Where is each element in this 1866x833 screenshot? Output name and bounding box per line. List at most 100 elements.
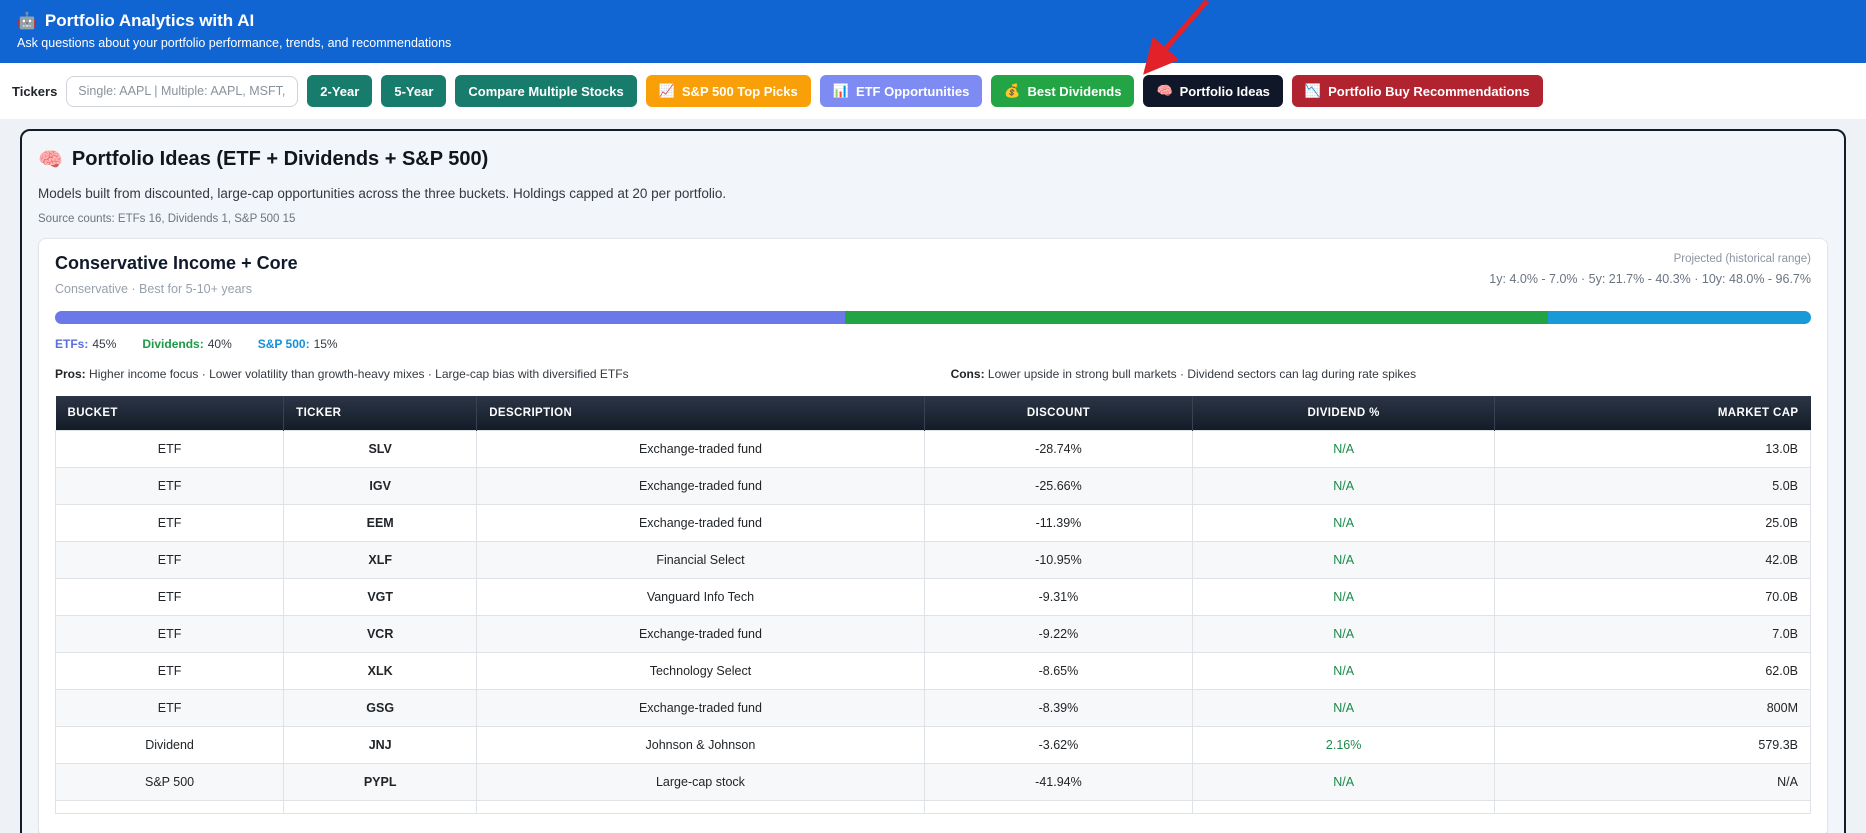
pros-label: Pros: — [55, 367, 86, 381]
cell-bucket: S&P 500 — [56, 764, 284, 801]
cell-market-cap: 70.0B — [1495, 579, 1811, 616]
portfolio-ideas-button[interactable]: 🧠 Portfolio Ideas — [1143, 75, 1282, 107]
cell-ticker: EEM — [284, 505, 477, 542]
cell-ticker: IGV — [284, 468, 477, 505]
cell-description: Exchange-traded fund — [477, 468, 925, 505]
allocation-bar — [55, 311, 1811, 324]
cell-market-cap: 42.0B — [1495, 542, 1811, 579]
cell-description: Large-cap stock — [477, 764, 925, 801]
etf-opportunities-button[interactable]: 📊 ETF Opportunities — [820, 75, 983, 107]
cell-dividend: N/A — [1193, 764, 1495, 801]
card-title-text: Portfolio Ideas (ETF + Dividends + S&P 5… — [72, 148, 488, 171]
compare-stocks-label: Compare Multiple Stocks — [468, 84, 623, 99]
cell-market-cap: 7.0B — [1495, 616, 1811, 653]
legend-label-etfs: ETFs: — [55, 337, 88, 351]
cell-discount: -8.65% — [924, 653, 1193, 690]
portfolio-ideas-label: Portfolio Ideas — [1180, 84, 1270, 99]
cell-dividend: N/A — [1193, 616, 1495, 653]
legend-value-sp500: 15% — [314, 337, 338, 351]
cell-description: Vanguard Info Tech — [477, 579, 925, 616]
cell-ticker: VGT — [284, 579, 477, 616]
chart-down-icon: 📉 — [1305, 83, 1321, 99]
legend-value-etfs: 45% — [92, 337, 116, 351]
cell-description: Financial Select — [477, 542, 925, 579]
allocation-segment-sp500 — [1548, 311, 1811, 324]
five-year-label: 5-Year — [394, 84, 433, 99]
cell-bucket: ETF — [56, 579, 284, 616]
compare-stocks-button[interactable]: Compare Multiple Stocks — [455, 75, 636, 107]
brain-icon: 🧠 — [1156, 83, 1172, 99]
legend-value-dividends: 40% — [208, 337, 232, 351]
best-dividends-label: Best Dividends — [1028, 84, 1122, 99]
cell-market-cap: 5.0B — [1495, 468, 1811, 505]
portfolio-ideas-card: 🧠 Portfolio Ideas (ETF + Dividends + S&P… — [20, 129, 1846, 833]
cell-bucket: ETF — [56, 653, 284, 690]
cell-dividend: N/A — [1193, 505, 1495, 542]
cell-discount: -11.39% — [924, 505, 1193, 542]
cell-dividend: N/A — [1193, 579, 1495, 616]
buy-recommendations-button[interactable]: 📉 Portfolio Buy Recommendations — [1292, 75, 1543, 107]
cell-discount: -3.62% — [924, 727, 1193, 764]
money-bag-icon: 💰 — [1004, 83, 1020, 99]
table-row: ETF EEM Exchange-traded fund -11.39% N/A… — [56, 505, 1811, 542]
holdings-table: BUCKET TICKER DESCRIPTION DISCOUNT DIVID… — [55, 396, 1811, 814]
cell-bucket: ETF — [56, 431, 284, 468]
brain-icon: 🧠 — [38, 147, 63, 172]
table-header-row: BUCKET TICKER DESCRIPTION DISCOUNT DIVID… — [56, 396, 1811, 431]
cell-ticker: XLK — [284, 653, 477, 690]
cons-text: Cons: Lower upside in strong bull market… — [951, 367, 1811, 381]
table-row: Dividend JNJ Johnson & Johnson -3.62% 2.… — [56, 727, 1811, 764]
cell-discount: -10.95% — [924, 542, 1193, 579]
legend-item-sp500: S&P 500: 15% — [258, 337, 338, 351]
cell-discount: -28.74% — [924, 431, 1193, 468]
col-market-cap: MARKET CAP — [1495, 396, 1811, 431]
col-ticker: TICKER — [284, 396, 477, 431]
legend-item-etfs: ETFs: 45% — [55, 337, 116, 351]
table-row: S&P 500 PYPL Large-cap stock -41.94% N/A… — [56, 764, 1811, 801]
toolbar: Tickers 2-Year 5-Year Compare Multiple S… — [0, 63, 1866, 119]
app-title: 🤖 Portfolio Analytics with AI — [17, 11, 1849, 31]
cell-market-cap: 579.3B — [1495, 727, 1811, 764]
app-title-text: Portfolio Analytics with AI — [45, 11, 254, 31]
cell-description: Exchange-traded fund — [477, 616, 925, 653]
cell-dividend: N/A — [1193, 690, 1495, 727]
cell-description: Exchange-traded fund — [477, 431, 925, 468]
cell-ticker: VCR — [284, 616, 477, 653]
projected-range: 1y: 4.0% - 7.0% · 5y: 21.7% - 40.3% · 10… — [1489, 272, 1811, 286]
cons-value: Lower upside in strong bull markets · Di… — [985, 367, 1417, 381]
app-subtitle: Ask questions about your portfolio perfo… — [17, 36, 1849, 50]
col-discount: DISCOUNT — [924, 396, 1193, 431]
bar-chart-icon: 📊 — [833, 83, 849, 99]
legend-label-dividends: Dividends: — [142, 337, 203, 351]
cell-bucket: ETF — [56, 616, 284, 653]
portfolio-subtitle: Conservative · Best for 5-10+ years — [55, 282, 298, 296]
portfolio-heading-block: Conservative Income + Core Conservative … — [55, 253, 298, 296]
table-row: ETF XLK Technology Select -8.65% N/A 62.… — [56, 653, 1811, 690]
five-year-button[interactable]: 5-Year — [381, 75, 446, 107]
table-row: ETF SLV Exchange-traded fund -28.74% N/A… — [56, 431, 1811, 468]
card-title: 🧠 Portfolio Ideas (ETF + Dividends + S&P… — [38, 147, 1828, 172]
app-header: 🤖 Portfolio Analytics with AI Ask questi… — [0, 0, 1866, 63]
cell-ticker: PYPL — [284, 764, 477, 801]
sp500-top-picks-label: S&P 500 Top Picks — [682, 84, 798, 99]
best-dividends-button[interactable]: 💰 Best Dividends — [991, 75, 1134, 107]
cell-discount: -9.31% — [924, 579, 1193, 616]
allocation-segment-etfs — [55, 311, 845, 324]
tickers-input[interactable] — [66, 76, 298, 107]
col-bucket: BUCKET — [56, 396, 284, 431]
two-year-label: 2-Year — [320, 84, 359, 99]
legend-label-sp500: S&P 500: — [258, 337, 310, 351]
two-year-button[interactable]: 2-Year — [307, 75, 372, 107]
cell-market-cap: N/A — [1495, 764, 1811, 801]
cell-market-cap: 25.0B — [1495, 505, 1811, 542]
legend-item-dividends: Dividends: 40% — [142, 337, 231, 351]
projected-label: Projected (historical range) — [1489, 253, 1811, 265]
cell-discount: -41.94% — [924, 764, 1193, 801]
cell-bucket: ETF — [56, 542, 284, 579]
cell-dividend: N/A — [1193, 468, 1495, 505]
cell-dividend: N/A — [1193, 542, 1495, 579]
buy-recommendations-label: Portfolio Buy Recommendations — [1328, 84, 1530, 99]
portfolio-title: Conservative Income + Core — [55, 253, 298, 274]
sp500-top-picks-button[interactable]: 📈 S&P 500 Top Picks — [646, 75, 811, 107]
cell-description: Exchange-traded fund — [477, 505, 925, 542]
